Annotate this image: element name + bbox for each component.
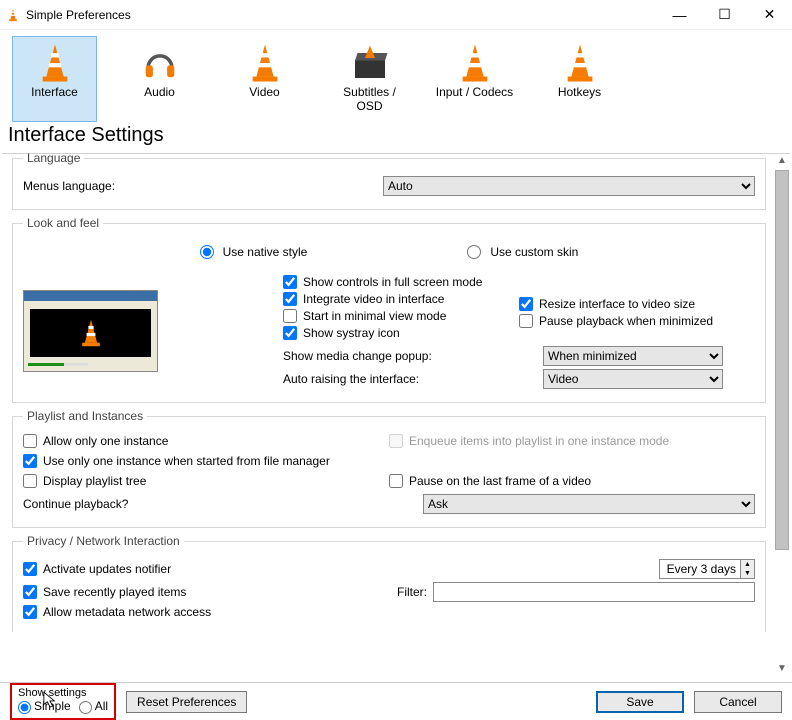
group-legend: Look and feel	[23, 216, 103, 230]
popup-label: Show media change popup:	[283, 349, 543, 363]
tab-label: Interface	[31, 85, 78, 99]
radio-native-style[interactable]: Use native style	[200, 245, 308, 259]
check-minimal-view[interactable]: Start in minimal view mode	[283, 309, 519, 323]
reset-button[interactable]: Reset Preferences	[126, 691, 247, 713]
settings-scroll: Language Menus language: Auto Look and f…	[2, 145, 790, 680]
tab-label: Video	[249, 85, 279, 99]
headphones-icon	[141, 41, 179, 85]
tab-label: Input / Codecs	[436, 85, 513, 99]
continue-label: Continue playback?	[23, 497, 423, 511]
check-pause-minimized[interactable]: Pause playback when minimized	[519, 314, 755, 328]
updates-interval-spin[interactable]: Every 3 days ▲▼	[659, 559, 755, 579]
spin-down-icon[interactable]: ▼	[740, 569, 754, 578]
tab-input-codecs[interactable]: Input / Codecs	[432, 36, 517, 122]
cone-icon	[560, 41, 600, 85]
cancel-button[interactable]: Cancel	[694, 691, 782, 713]
tab-subtitles[interactable]: Subtitles / OSD	[327, 36, 412, 122]
tab-label: Audio	[144, 85, 175, 99]
close-button[interactable]: ✕	[747, 0, 792, 30]
filter-input[interactable]	[433, 582, 755, 602]
radio-custom-skin[interactable]: Use custom skin	[467, 245, 578, 259]
cone-icon	[245, 41, 285, 85]
category-tabs: Interface Audio Video Subtitles / OSD In…	[0, 30, 792, 122]
group-privacy: Privacy / Network Interaction Activate u…	[12, 534, 766, 632]
maximize-button[interactable]: ☐	[702, 0, 747, 30]
tab-hotkeys[interactable]: Hotkeys	[537, 36, 622, 122]
app-icon	[6, 8, 20, 22]
check-enqueue: Enqueue items into playlist in one insta…	[389, 434, 755, 448]
tab-video[interactable]: Video	[222, 36, 307, 122]
cone-icon	[35, 41, 75, 85]
check-recent-items[interactable]: Save recently played items	[23, 585, 393, 599]
check-systray[interactable]: Show systray icon	[283, 326, 519, 340]
radio-all[interactable]: All	[79, 699, 108, 713]
footer: Show settings Simple All Reset Preferenc…	[0, 682, 792, 720]
check-metadata[interactable]: Allow metadata network access	[23, 605, 755, 619]
tab-interface[interactable]: Interface	[12, 36, 97, 122]
continue-select[interactable]: Ask	[423, 494, 755, 514]
filter-label: Filter:	[393, 585, 433, 599]
scrollbar-thumb[interactable]	[775, 170, 789, 550]
group-legend: Playlist and Instances	[23, 409, 147, 423]
vertical-scrollbar[interactable]: ▲ ▼	[774, 152, 790, 676]
group-language: Language Menus language: Auto	[12, 151, 766, 210]
radio-simple[interactable]: Simple	[18, 699, 71, 713]
titlebar: Simple Preferences — ☐ ✕	[0, 0, 792, 30]
group-playlist: Playlist and Instances Allow only one in…	[12, 409, 766, 528]
check-pause-last-frame[interactable]: Pause on the last frame of a video	[389, 474, 755, 488]
raise-select[interactable]: Video	[543, 369, 723, 389]
minimize-button[interactable]: —	[657, 0, 702, 30]
group-look-and-feel: Look and feel Use native style Use custo…	[12, 216, 766, 403]
spin-up-icon[interactable]: ▲	[740, 560, 754, 569]
group-legend: Privacy / Network Interaction	[23, 534, 184, 548]
save-button[interactable]: Save	[596, 691, 684, 713]
tab-audio[interactable]: Audio	[117, 36, 202, 122]
menus-language-select[interactable]: Auto	[383, 176, 755, 196]
raise-label: Auto raising the interface:	[283, 372, 543, 386]
check-one-instance[interactable]: Allow only one instance	[23, 434, 389, 448]
scroll-down-icon[interactable]: ▼	[774, 660, 790, 676]
check-one-instance-fm[interactable]: Use only one instance when started from …	[23, 454, 755, 468]
clapper-icon	[350, 41, 390, 85]
menus-language-label: Menus language:	[23, 179, 383, 193]
scroll-up-icon[interactable]: ▲	[774, 152, 790, 168]
show-settings-label: Show settings	[18, 687, 108, 699]
check-resize-interface[interactable]: Resize interface to video size	[519, 297, 755, 311]
window-title: Simple Preferences	[26, 8, 131, 22]
tab-label: Subtitles / OSD	[330, 85, 409, 113]
show-settings-group: Show settings Simple All	[10, 683, 116, 719]
check-updates[interactable]: Activate updates notifier	[23, 562, 423, 576]
check-playlist-tree[interactable]: Display playlist tree	[23, 474, 389, 488]
tab-label: Hotkeys	[558, 85, 601, 99]
check-show-controls[interactable]: Show controls in full screen mode	[283, 275, 519, 289]
cone-icon	[455, 41, 495, 85]
group-legend: Language	[23, 151, 84, 165]
interface-preview	[23, 290, 158, 372]
popup-select[interactable]: When minimized	[543, 346, 723, 366]
check-integrate-video[interactable]: Integrate video in interface	[283, 292, 519, 306]
